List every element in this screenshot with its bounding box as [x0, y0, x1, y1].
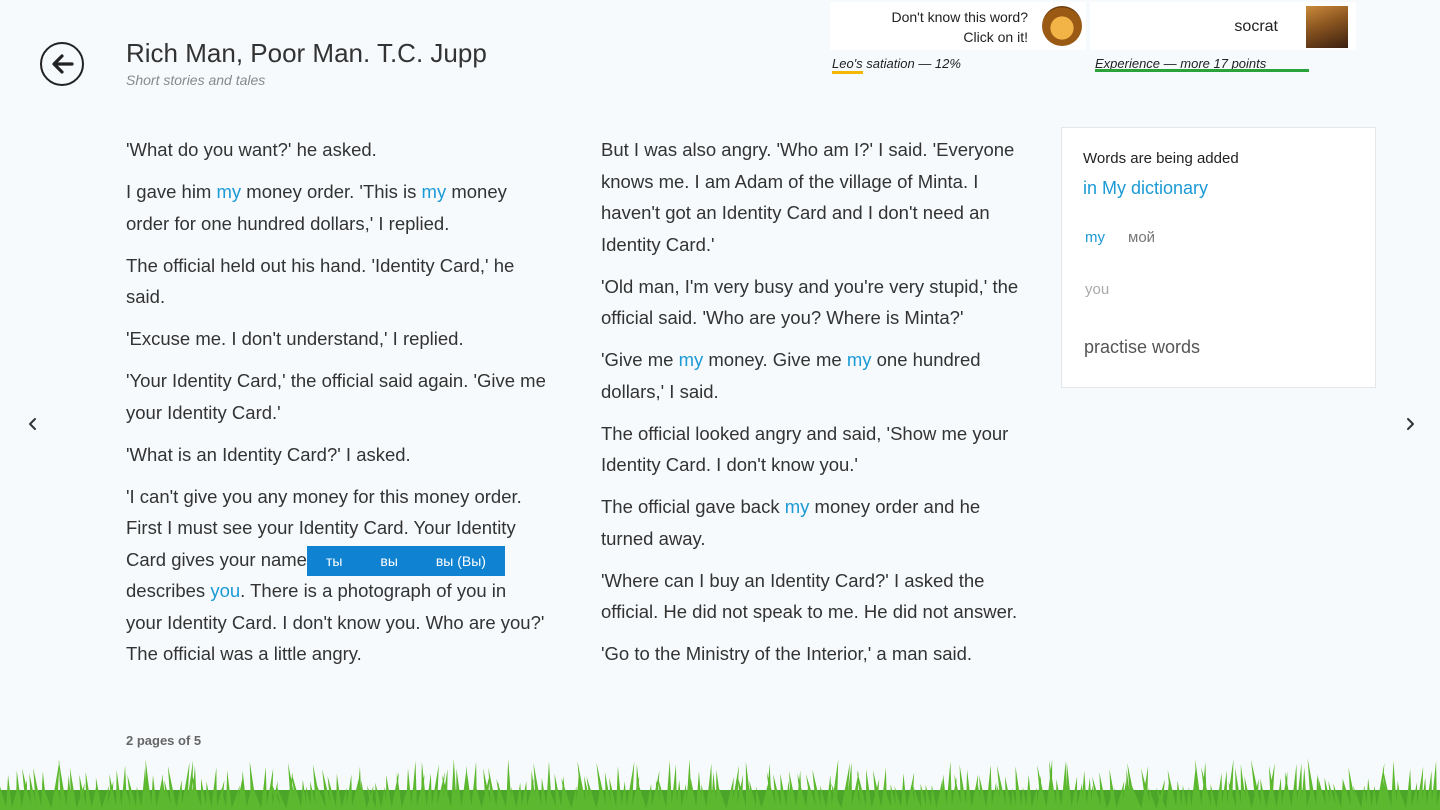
hint-box[interactable]: Don't know this word? Click on it!: [830, 2, 1086, 50]
left-paragraph: 'Your Identity Card,' the official said …: [126, 365, 546, 428]
dictionary-panel: Words are being added in My dictionary m…: [1061, 127, 1376, 388]
user-avatar[interactable]: [1306, 6, 1348, 48]
right-paragraph: 'Where can I buy an Identity Card?' I as…: [601, 565, 1021, 628]
dictionary-heading: Words are being added: [1083, 150, 1239, 167]
leo-satiation-bar: [832, 71, 863, 74]
page-title: Rich Man, Poor Man. T.C. Jupp: [126, 38, 487, 68]
paragraph-text[interactable]: The official gave back: [601, 496, 785, 517]
next-page-chevron-right-icon[interactable]: [1403, 416, 1417, 432]
text-column-left: 'What do you want?' he asked. I gave him …: [126, 134, 546, 680]
left-paragraph: 'What is an Identity Card?' I asked.: [126, 439, 546, 471]
paragraph-text[interactable]: 'What do you want?' he asked.: [126, 139, 377, 160]
paragraph-text[interactable]: 'Where can I buy an Identity Card?' I as…: [601, 570, 1017, 623]
right-paragraph: The official gave back my money order an…: [601, 491, 1021, 554]
highlighted-word[interactable]: you: [210, 580, 240, 601]
paragraph-text[interactable]: money order. 'This is: [241, 181, 421, 202]
right-paragraph: 'Give me my money. Give me my one hundre…: [601, 344, 1021, 407]
highlighted-word[interactable]: my: [785, 496, 810, 517]
arrow-left-icon: [52, 54, 74, 74]
paragraph-text[interactable]: The official held out his hand. 'Identit…: [126, 255, 514, 308]
text-column-right: But I was also angry. 'Who am I?' I said…: [601, 134, 1021, 680]
right-paragraph: 'Old man, I'm very busy and you're very …: [601, 271, 1021, 334]
translation-option[interactable]: вы (Вы): [436, 553, 486, 569]
paragraph-text[interactable]: 'Give me: [601, 349, 679, 370]
right-paragraph: The official looked angry and said, 'Sho…: [601, 418, 1021, 481]
paragraph-text[interactable]: But I was also angry. 'Who am I?' I said…: [601, 139, 1014, 255]
left-paragraph: 'What do you want?' he asked.: [126, 134, 546, 166]
leo-satiation-text: Leo's satiation — 12%: [832, 56, 961, 71]
paragraph-text[interactable]: money. Give me: [703, 349, 847, 370]
hint-line-1: Don't know this word?: [891, 9, 1028, 25]
leo-lion-icon[interactable]: [1042, 6, 1082, 46]
paragraph-text[interactable]: 'Old man, I'm very busy and you're very …: [601, 276, 1018, 329]
paragraph-text[interactable]: 'Your Identity Card,' the official said …: [126, 370, 546, 423]
grass-decoration: [0, 758, 1440, 810]
hint-text: Don't know this word? Click on it!: [891, 7, 1028, 47]
translation-option[interactable]: ты: [326, 553, 342, 569]
left-paragraph: The official held out his hand. 'Identit…: [126, 250, 546, 313]
right-paragraph: But I was also angry. 'Who am I?' I said…: [601, 134, 1021, 260]
left-paragraph: 'Excuse me. I don't understand,' I repli…: [126, 323, 546, 355]
paragraph-text[interactable]: 'Go to the Ministry of the Interior,' a …: [601, 643, 972, 664]
paragraph-text[interactable]: The official looked angry and said, 'Sho…: [601, 423, 1008, 476]
hint-line-2: Click on it!: [963, 29, 1028, 45]
page-subtitle: Short stories and tales: [126, 72, 266, 88]
paragraph-text[interactable]: 'Excuse me. I don't understand,' I repli…: [126, 328, 464, 349]
paragraph-text[interactable]: 'What is an Identity Card?' I asked.: [126, 444, 411, 465]
highlighted-word[interactable]: my: [422, 181, 447, 202]
experience-bar: [1095, 69, 1309, 72]
highlighted-word[interactable]: my: [217, 181, 242, 202]
practise-words-link[interactable]: practise words: [1084, 337, 1200, 358]
my-dictionary-link[interactable]: in My dictionary: [1083, 178, 1208, 199]
translation-popup: ты вы вы (Вы): [307, 546, 505, 576]
highlighted-word[interactable]: my: [847, 349, 872, 370]
user-profile[interactable]: socrat: [1090, 2, 1356, 50]
dictionary-word-my[interactable]: my: [1085, 229, 1105, 246]
previous-page-chevron-left-icon[interactable]: [26, 416, 40, 432]
left-paragraph: I gave him my money order. 'This is my m…: [126, 176, 546, 239]
translation-option[interactable]: вы: [380, 553, 398, 569]
back-button[interactable]: [40, 42, 84, 86]
dictionary-translation-my: мой: [1128, 229, 1156, 246]
paragraph-text[interactable]: I gave him: [126, 181, 217, 202]
right-paragraph: 'Go to the Ministry of the Interior,' a …: [601, 638, 1021, 670]
highlighted-word[interactable]: my: [679, 349, 704, 370]
dictionary-word-you[interactable]: you: [1085, 281, 1109, 298]
username: socrat: [1234, 18, 1278, 35]
grass-blades: [0, 758, 1440, 810]
page-indicator: 2 pages of 5: [126, 733, 202, 748]
